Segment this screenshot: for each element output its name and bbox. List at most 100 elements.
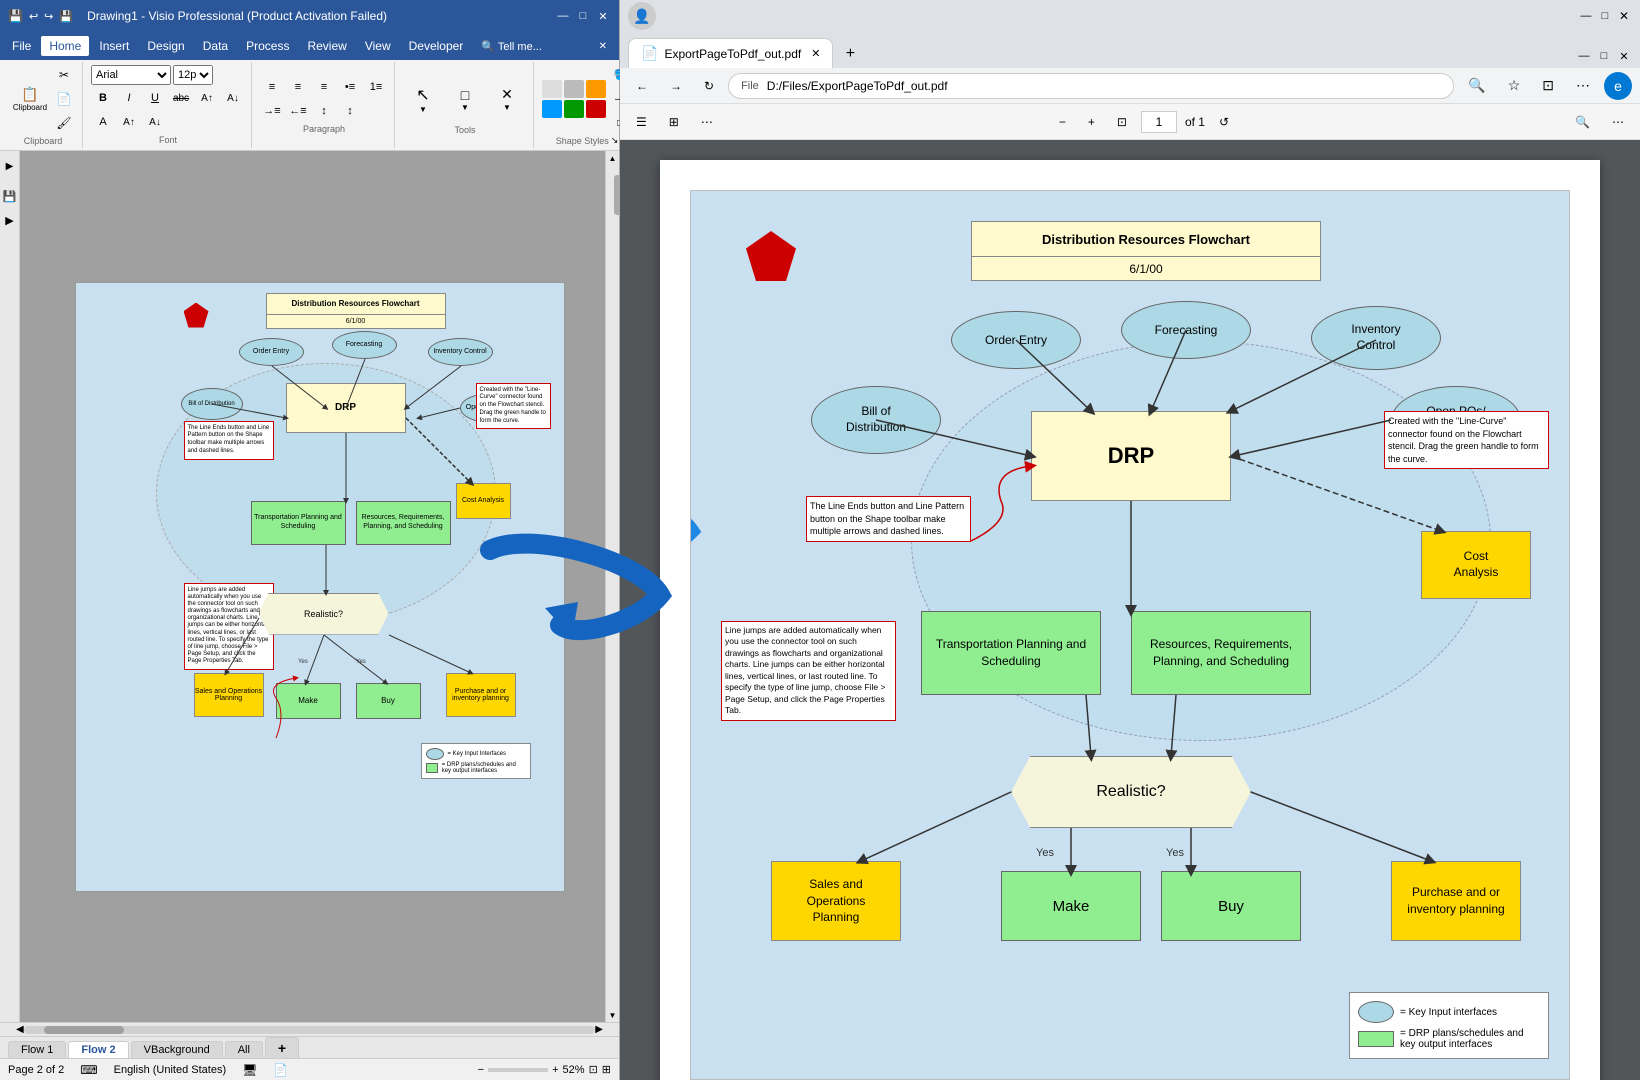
shapestyles-expand[interactable]: ↘	[611, 135, 619, 146]
menu-insert[interactable]: Insert	[91, 36, 137, 56]
decrease-indent-button[interactable]: A↓	[143, 111, 167, 133]
strikethrough-button[interactable]: abc	[169, 87, 193, 109]
scroll-up-button[interactable]: ▲	[606, 151, 620, 165]
quick-access-undo[interactable]: ↩	[29, 10, 38, 23]
bullet-list-button[interactable]: •≡	[338, 76, 362, 98]
shape-style-5[interactable]	[564, 100, 584, 118]
shape-tool-button[interactable]: □▼	[445, 75, 485, 123]
view-icon1[interactable]: 🖥	[242, 1063, 257, 1077]
align-center-button[interactable]: ≡	[286, 76, 310, 98]
menu-tell-me[interactable]: 🔍 Tell me...	[473, 37, 550, 56]
shape-style-4[interactable]	[542, 100, 562, 118]
zoom-slider[interactable]	[488, 1068, 548, 1072]
url-box[interactable]: File D:/Files/ExportPageToPdf_out.pdf	[728, 73, 1454, 99]
tab-vbackground[interactable]: VBackground	[131, 1041, 223, 1058]
pdf-fit-button[interactable]: ⊡	[1109, 112, 1135, 132]
align-right-button[interactable]: ≡	[312, 76, 336, 98]
fit-page-button[interactable]: ⊡	[589, 1063, 598, 1076]
edge-icon[interactable]: e	[1604, 72, 1632, 100]
shape-style-1[interactable]	[542, 80, 562, 98]
zoom-url-button[interactable]: 🔍	[1460, 74, 1493, 97]
panel-expand-button[interactable]: ▶	[0, 155, 22, 177]
pointer-tool-button[interactable]: ↖▼	[403, 75, 443, 123]
pdf-menu-button[interactable]: ☰	[628, 112, 655, 132]
scroll-down-button[interactable]: ▼	[606, 1008, 620, 1022]
browser-x-btn[interactable]: ✕	[1616, 48, 1632, 64]
font-name-select[interactable]: Arial	[91, 65, 171, 85]
decrease-font-button[interactable]: A↓	[221, 87, 245, 109]
eraser-tool-button[interactable]: ✕▼	[487, 75, 527, 123]
paste-button[interactable]: 📋Clipboard	[10, 75, 50, 123]
close-button[interactable]: ✕	[595, 8, 611, 24]
save-panel-button[interactable]: 💾	[0, 185, 22, 207]
menu-developer[interactable]: Developer	[401, 36, 472, 56]
outdent-button[interactable]: ←≡	[286, 100, 310, 122]
visio-canvas[interactable]: Distribution Resources Flowchart 6/1/00 …	[20, 151, 619, 1022]
browser-max-btn[interactable]: □	[1596, 48, 1612, 64]
increase-para-button[interactable]: ↕	[338, 100, 362, 122]
back-button[interactable]: ←	[628, 76, 656, 96]
tab-flow2[interactable]: Flow 2	[68, 1041, 128, 1058]
add-page-button[interactable]: +	[265, 1037, 299, 1058]
new-tab-button[interactable]: +	[835, 40, 865, 68]
menu-design[interactable]: Design	[139, 36, 192, 56]
copy-button[interactable]: 📄	[52, 88, 76, 110]
pdf-zoom-out-button[interactable]: −	[1051, 112, 1074, 132]
view-icon2[interactable]: 📄	[273, 1063, 288, 1077]
underline-button[interactable]: U	[143, 87, 167, 109]
horizontal-scrollbar[interactable]: ◀ ▶	[0, 1022, 619, 1036]
numbered-list-button[interactable]: 1≡	[364, 76, 388, 98]
browser-minimize-button[interactable]: —	[1578, 8, 1594, 24]
vertical-scrollbar[interactable]: ▲ ▼	[605, 151, 619, 1022]
quick-access-save[interactable]: 💾	[59, 10, 73, 23]
bold-button[interactable]: B	[91, 87, 115, 109]
scroll-left-button[interactable]: ◀	[16, 1024, 24, 1035]
quick-access-redo[interactable]: ↪	[44, 10, 53, 23]
pdf-zoom-in-button[interactable]: +	[1080, 112, 1103, 132]
format-painter-button[interactable]: 🖌	[52, 112, 76, 134]
scroll-thumb[interactable]	[44, 1026, 124, 1034]
increase-indent-button[interactable]: A↑	[117, 111, 141, 133]
pdf-thumbnail-button[interactable]: ⊞	[661, 112, 687, 132]
tab-all[interactable]: All	[225, 1041, 263, 1058]
reading-mode-button[interactable]: ⊡	[1534, 74, 1562, 97]
refresh-button[interactable]: ↻	[696, 76, 722, 96]
bookmark-button[interactable]: ☆	[1500, 74, 1529, 97]
tab-flow1[interactable]: Flow 1	[8, 1041, 66, 1058]
pdf-rotate-button[interactable]: ↺	[1211, 112, 1237, 132]
shape-style-3[interactable]	[586, 80, 606, 98]
pdf-more-tools[interactable]: ⋯	[693, 112, 721, 132]
menu-file[interactable]: File	[4, 36, 39, 56]
cut-button[interactable]: ✂	[52, 64, 76, 86]
pdf-content-area[interactable]: Distribution Resources Flowchart 6/1/00 …	[620, 140, 1640, 1080]
menu-data[interactable]: Data	[195, 36, 236, 56]
scroll-track[interactable]	[24, 1026, 596, 1034]
font-size-select[interactable]: 12pt.	[173, 65, 213, 85]
shape-style-6[interactable]	[586, 100, 606, 118]
fit-page2-button[interactable]: ⊞	[602, 1063, 611, 1076]
browser-more-button[interactable]: ⋯	[1568, 74, 1598, 97]
menu-review[interactable]: Review	[299, 36, 354, 56]
browser-maximize-button[interactable]: □	[1597, 8, 1613, 24]
menu-view[interactable]: View	[357, 36, 399, 56]
menu-process[interactable]: Process	[238, 36, 297, 56]
pdf-tab[interactable]: 📄 ExportPageToPdf_out.pdf ✕	[628, 38, 833, 68]
shape-style-2[interactable]	[564, 80, 584, 98]
browser-close-button[interactable]: ✕	[1616, 8, 1632, 24]
pdf-page-number-input[interactable]	[1141, 111, 1177, 133]
italic-button[interactable]: I	[117, 87, 141, 109]
zoom-out-button[interactable]: −	[478, 1064, 484, 1076]
indent-button[interactable]: →≡	[260, 100, 284, 122]
pdf-more-button[interactable]: ⋯	[1604, 112, 1632, 132]
forward-button[interactable]: →	[662, 76, 690, 96]
align-left-button[interactable]: ≡	[260, 76, 284, 98]
pdf-tab-close[interactable]: ✕	[811, 47, 820, 60]
scroll-right-button[interactable]: ▶	[595, 1024, 603, 1035]
minimize-button[interactable]: —	[555, 8, 571, 24]
zoom-in-button[interactable]: +	[552, 1064, 558, 1076]
maximize-button[interactable]: □	[575, 8, 591, 24]
profile-avatar[interactable]: 👤	[628, 2, 656, 30]
increase-font-button[interactable]: A↑	[195, 87, 219, 109]
menu-home[interactable]: Home	[41, 36, 89, 56]
pdf-search-button[interactable]: 🔍	[1567, 112, 1598, 132]
